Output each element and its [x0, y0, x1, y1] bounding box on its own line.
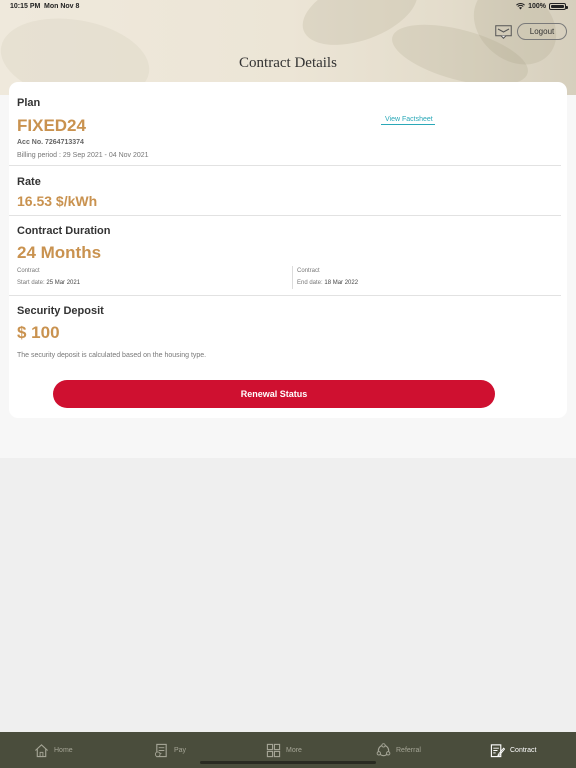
tab-referral[interactable]: Referral — [376, 732, 421, 768]
duration-heading: Contract Duration — [17, 225, 111, 237]
contract-icon — [490, 743, 505, 757]
start-date-row: Start date: 25 Mar 2021 — [17, 280, 80, 286]
deposit-heading: Security Deposit — [17, 305, 104, 317]
pay-icon — [154, 743, 167, 757]
renewal-status-button[interactable]: Renewal Status — [53, 380, 495, 408]
home-indicator — [200, 761, 376, 764]
rate-value: 16.53 $/kWh — [17, 193, 98, 209]
tab-pay[interactable]: Pay — [154, 732, 186, 768]
message-icon[interactable] — [495, 25, 512, 39]
rate-heading: Rate — [17, 176, 41, 188]
divider — [9, 295, 561, 296]
wifi-icon — [516, 3, 526, 10]
billing-period: Billing period : 29 Sep 2021 - 04 Nov 20… — [17, 152, 149, 159]
contract-card: Plan FIXED24 Acc No. 7264713374 Billing … — [9, 82, 567, 418]
tab-home[interactable]: Home — [34, 732, 73, 768]
battery-percent: 100% — [528, 3, 546, 10]
grid-icon — [266, 743, 281, 757]
account-number: Acc No. 7264713374 — [17, 139, 84, 146]
start-date: 25 Mar 2021 — [46, 280, 81, 286]
deposit-value: $ 100 — [17, 323, 60, 342]
tab-home-label: Home — [54, 746, 73, 754]
home-icon — [35, 743, 48, 757]
view-factsheet-link[interactable]: View Factsheet — [381, 116, 435, 125]
end-date: 18 Mar 2022 — [324, 280, 359, 286]
status-bar: 10:15 PM Mon Nov 8 100% — [0, 0, 576, 16]
divider — [292, 266, 293, 289]
deposit-note: The security deposit is calculated based… — [17, 352, 207, 359]
status-time: 10:15 PM — [10, 3, 41, 10]
plan-name: FIXED24 — [17, 116, 86, 135]
end-contract-label: Contract — [297, 268, 320, 274]
tab-contract-label: Contract — [510, 746, 537, 754]
end-date-row: End date: 18 Mar 2022 — [297, 280, 358, 286]
tab-referral-label: Referral — [396, 746, 421, 754]
tab-pay-label: Pay — [174, 746, 187, 754]
logout-button[interactable]: Logout — [517, 23, 567, 40]
duration-value: 24 Months — [17, 243, 102, 262]
start-contract-label: Contract — [17, 268, 40, 274]
tab-contract[interactable]: Contract — [490, 732, 536, 768]
referral-icon — [376, 742, 391, 756]
divider — [9, 165, 561, 166]
status-date: Mon Nov 8 — [44, 3, 80, 10]
divider — [9, 215, 561, 216]
status-indicators: 100% — [516, 3, 568, 10]
plan-heading: Plan — [17, 97, 41, 109]
page-title: Contract Details — [239, 55, 337, 71]
start-date-label: Start date: — [17, 280, 45, 286]
battery-icon — [549, 3, 568, 10]
tab-more-label: More — [286, 746, 302, 754]
end-date-label: End date: — [297, 280, 323, 286]
